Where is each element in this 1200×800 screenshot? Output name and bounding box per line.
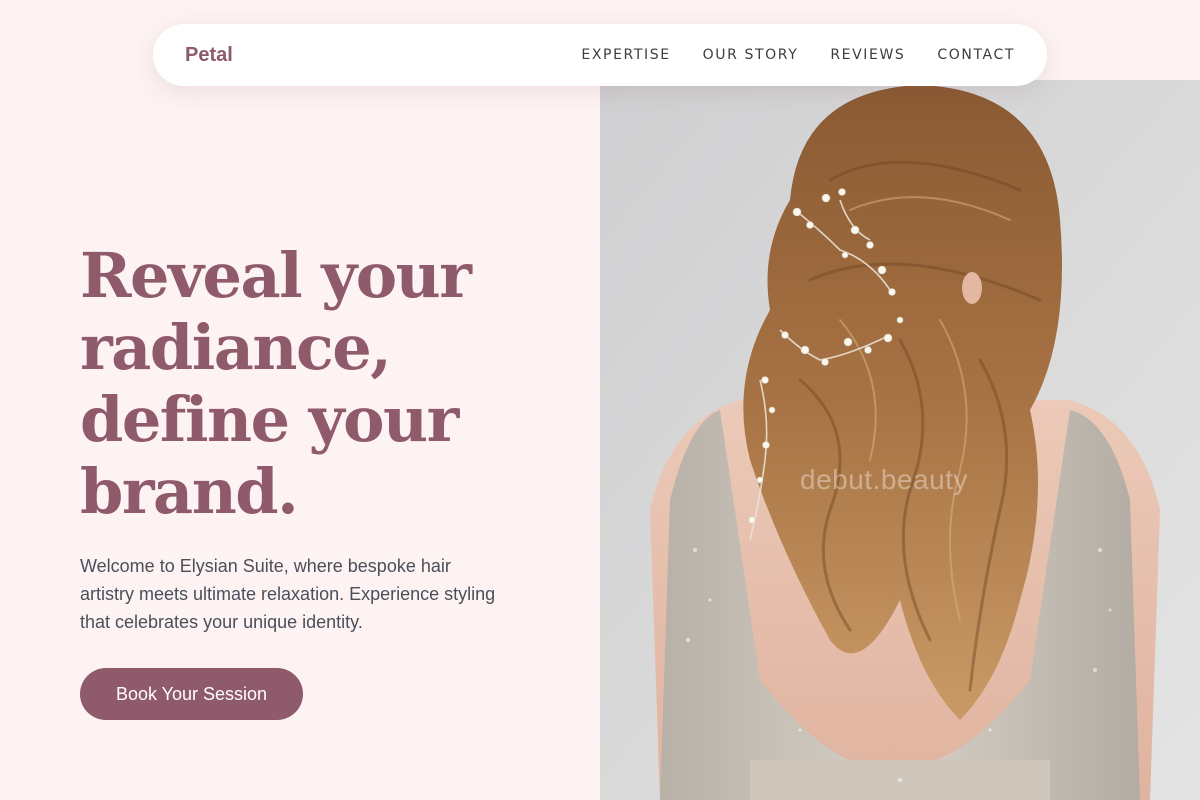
nav-item-contact[interactable]: CONTACT [937,47,1015,63]
top-navbar: Petal EXPERTISE OUR STORY REVIEWS CONTAC… [153,24,1047,86]
nav-item-our-story[interactable]: OUR STORY [703,47,799,63]
photo-watermark: debut.beauty [800,464,968,495]
hero-headline: Reveal your radiance, define your brand. [80,239,472,528]
nav-links: EXPERTISE OUR STORY REVIEWS CONTACT [581,47,1015,63]
hero-intro: Welcome to Elysian Suite, where bespoke … [80,556,496,632]
nav-item-expertise[interactable]: EXPERTISE [581,47,670,63]
hero-photo: debut.beauty [600,80,1200,800]
brand-logo[interactable]: Petal [185,44,233,67]
nav-item-reviews[interactable]: REVIEWS [830,47,905,63]
book-session-button[interactable]: Book Your Session [80,668,303,720]
